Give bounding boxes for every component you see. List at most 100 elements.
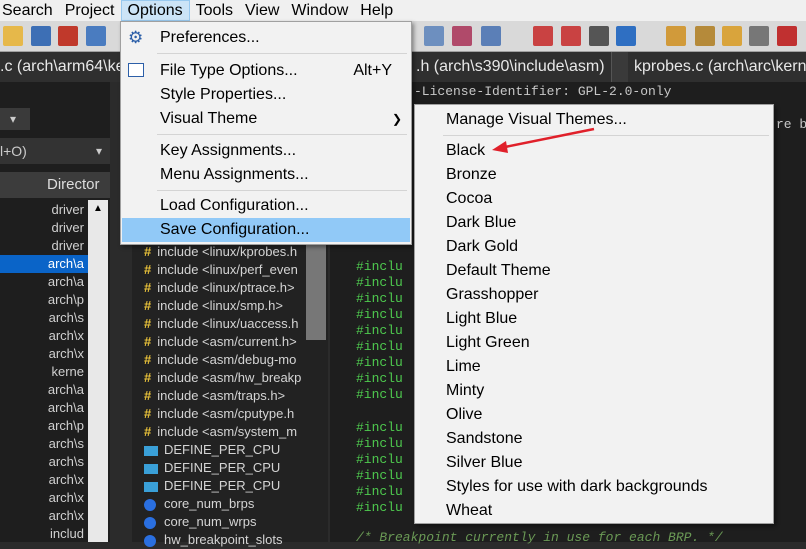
menu-item-save-configuration[interactable]: Save Configuration... — [122, 218, 410, 242]
theme-item[interactable]: Default Theme — [416, 259, 772, 283]
symbol-row[interactable]: # include <linux/ptrace.h> — [144, 279, 295, 297]
file-list-row[interactable]: arch\a — [0, 255, 88, 273]
theme-item[interactable]: Grasshopper — [416, 283, 772, 307]
theme-item[interactable]: Lime — [416, 355, 772, 379]
symbol-scrollbar[interactable] — [306, 240, 326, 340]
symbol-row[interactable]: # include <linux/kprobes.h — [144, 243, 297, 261]
symbol-row[interactable]: core_num_brps — [144, 495, 254, 513]
tab-file-3[interactable]: kprobes.c (arch\arc\kerne — [628, 52, 806, 82]
file-list-row[interactable]: arch\x — [0, 345, 88, 363]
theme-item[interactable]: Black — [416, 139, 772, 163]
theme-item[interactable]: Light Blue — [416, 307, 772, 331]
menu-item-menu-assignments[interactable]: Menu Assignments... — [122, 163, 410, 187]
symbol-row[interactable]: # include <asm/system_m — [144, 423, 297, 441]
open-folder-icon[interactable] — [3, 26, 23, 46]
theme-item[interactable]: Bronze — [416, 163, 772, 187]
panel-dropdown[interactable]: ▾ — [0, 108, 30, 130]
include-line: #inclu — [356, 291, 403, 306]
include-icon: # — [144, 334, 152, 349]
symbol-row[interactable]: DEFINE_PER_CPU — [144, 441, 280, 459]
refresh-icon[interactable] — [777, 26, 797, 46]
theme-item[interactable]: Dark Gold — [416, 235, 772, 259]
sync-icon[interactable] — [86, 26, 106, 46]
save-icon[interactable] — [31, 26, 51, 46]
tab-file-1[interactable]: .c (arch\arm64\ke — [0, 52, 132, 82]
menu-tools[interactable]: Tools — [190, 0, 239, 21]
star-icon[interactable] — [616, 26, 636, 46]
menu-project[interactable]: Project — [59, 0, 121, 21]
bookmark-back-icon[interactable] — [533, 26, 553, 46]
symbol-label: DEFINE_PER_CPU — [164, 478, 281, 493]
license-line: -License-Identifier: GPL-2.0-only — [414, 84, 672, 99]
file-list-row[interactable]: arch\s — [0, 309, 88, 327]
menu-view[interactable]: View — [239, 0, 285, 21]
file-list-row[interactable]: arch\s — [0, 435, 88, 453]
filter-input[interactable]: l+O) ▾ — [0, 138, 110, 164]
chart-icon[interactable] — [666, 26, 686, 46]
theme-item[interactable]: Light Green — [416, 331, 772, 355]
file-list-row[interactable]: arch\p — [0, 417, 88, 435]
file-list-row[interactable]: arch\p — [0, 291, 88, 309]
menu-help[interactable]: Help — [354, 0, 399, 21]
symbol-row[interactable]: hw_breakpoint_slots — [144, 531, 283, 549]
theme-item[interactable]: Olive — [416, 403, 772, 427]
file-list-row[interactable]: arch\s — [0, 453, 88, 471]
file-list-row[interactable]: arch\x — [0, 327, 88, 345]
file-list-row[interactable]: driver — [0, 219, 88, 237]
fx-icon[interactable] — [749, 26, 769, 46]
left-scrollbar[interactable]: ▲ — [88, 200, 108, 542]
menu-item-visual-theme[interactable]: Visual Theme ❯ — [122, 107, 410, 131]
file-list-row[interactable]: arch\x — [0, 489, 88, 507]
bookmark-forward-icon[interactable] — [561, 26, 581, 46]
theme-item[interactable]: Dark Blue — [416, 211, 772, 235]
menu-item-preferences[interactable]: ⚙ Preferences... — [122, 26, 410, 50]
file-list-row[interactable]: kerne — [0, 363, 88, 381]
symbol-row[interactable]: # include <asm/traps.h> — [144, 387, 285, 405]
theme-item[interactable]: Cocoa — [416, 187, 772, 211]
menu-search[interactable]: Search — [0, 0, 59, 21]
file-list-row[interactable]: arch\x — [0, 471, 88, 489]
replace-icon[interactable] — [452, 26, 472, 46]
menu-item-file-type-options[interactable]: File Type Options... Alt+Y — [122, 59, 410, 83]
file-list-row[interactable]: arch\x — [0, 507, 88, 525]
books-icon[interactable] — [722, 26, 742, 46]
file-list-row[interactable]: driver — [0, 201, 88, 219]
menu-options[interactable]: Options — [120, 0, 190, 21]
theme-item[interactable]: Styles for use with dark backgrounds — [416, 475, 772, 499]
symbol-row[interactable]: # include <asm/current.h> — [144, 333, 297, 351]
symbol-row[interactable]: # include <asm/hw_breakp — [144, 369, 301, 387]
menu-window[interactable]: Window — [285, 0, 354, 21]
gear-icon: ⚙ — [128, 28, 144, 47]
scroll-up-icon[interactable]: ▲ — [88, 200, 108, 218]
theme-item[interactable]: Sandstone — [416, 427, 772, 451]
menu-item-key-assignments[interactable]: Key Assignments... — [122, 139, 410, 163]
search-files-icon[interactable] — [424, 26, 444, 46]
symbol-row[interactable]: # include <asm/debug-mo — [144, 351, 296, 369]
theme-item[interactable]: Minty — [416, 379, 772, 403]
symbol-row[interactable]: DEFINE_PER_CPU — [144, 477, 280, 495]
menu-item-load-configuration[interactable]: Load Configuration... — [122, 194, 410, 218]
symbol-row[interactable]: # include <linux/smp.h> — [144, 297, 283, 315]
symbol-label: include <linux/ptrace.h> — [157, 280, 295, 295]
save-all-icon[interactable] — [58, 26, 78, 46]
theme-item[interactable]: Wheat — [416, 499, 772, 523]
file-list-row[interactable]: driver — [0, 237, 88, 255]
file-list-row[interactable]: includ — [0, 525, 88, 543]
web-icon[interactable] — [481, 26, 501, 46]
symbol-row[interactable]: DEFINE_PER_CPU — [144, 459, 280, 477]
symbol-row[interactable]: # include <asm/cputype.h — [144, 405, 294, 423]
tag-icon[interactable] — [695, 26, 715, 46]
file-list-row[interactable]: arch\a — [0, 399, 88, 417]
column-header[interactable]: Director — [0, 172, 110, 198]
theme-item[interactable]: Silver Blue — [416, 451, 772, 475]
file-list-row[interactable]: arch\a — [0, 273, 88, 291]
menu-item-style-properties[interactable]: Style Properties... — [122, 83, 410, 107]
menu-item-manage-visual-themes[interactable]: Manage Visual Themes... — [416, 108, 772, 132]
theme-label: Wheat — [446, 502, 493, 519]
tab-file-2[interactable]: .h (arch\s390\include\asm) — [410, 52, 612, 82]
symbol-row[interactable]: core_num_wrps — [144, 513, 257, 531]
symbol-row[interactable]: # include <linux/uaccess.h — [144, 315, 299, 333]
window-icon[interactable] — [589, 26, 609, 46]
symbol-row[interactable]: # include <linux/perf_even — [144, 261, 298, 279]
file-list-row[interactable]: arch\a — [0, 381, 88, 399]
